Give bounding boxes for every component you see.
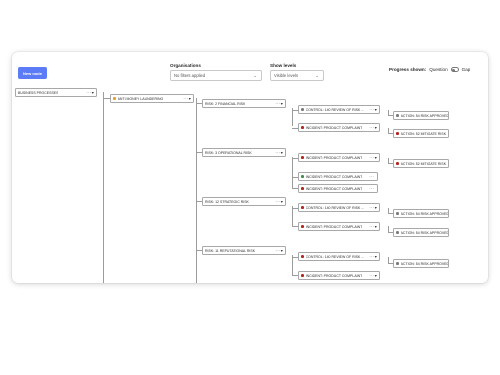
node-label: INCIDENT: PRODUCT COMPLAINT — [305, 155, 363, 160]
connector — [292, 157, 293, 189]
node-business-processes[interactable]: BUSINESS PROCESSES ··· ▼ — [15, 88, 97, 97]
node-label: INCIDENT: PRODUCT COMPLAINT — [305, 224, 363, 229]
status-dot — [396, 132, 399, 135]
show-levels-label: Show levels — [270, 63, 297, 68]
node-label: CONTROL: 140 REVIEW OF RISK ... — [305, 205, 365, 210]
connector — [292, 108, 293, 126]
triangle-down-icon[interactable]: ▼ — [280, 102, 284, 106]
status-dot — [396, 212, 399, 215]
node-label: INCIDENT: PRODUCT COMPLAINT — [305, 186, 363, 191]
triangle-down-icon[interactable]: ▼ — [374, 225, 378, 229]
status-dot — [396, 262, 399, 265]
status-dot — [301, 274, 304, 277]
node-incident[interactable]: INCIDENT: PRODUCT COMPLAINT ··· — [298, 184, 378, 193]
progress-label: Progress shown: — [389, 67, 427, 72]
node-risk-financial[interactable]: RISK: 2 FINANCIAL RISK ··· ▼ — [202, 99, 286, 108]
status-dot — [301, 225, 304, 228]
status-dot — [301, 126, 304, 129]
status-dot — [396, 162, 399, 165]
node-action[interactable]: ACTION: 52 MITIGATE RISK — [393, 129, 449, 138]
triangle-down-icon[interactable]: ▼ — [374, 255, 378, 259]
progress-option-gap[interactable]: Gap — [462, 67, 471, 72]
status-dot — [301, 187, 304, 190]
status-dot — [301, 175, 304, 178]
node-label: ACTION: 54 RISK APPROVED — [400, 261, 448, 266]
connector — [292, 255, 293, 276]
node-label: ACTION: 52 MITIGATE RISK — [400, 131, 447, 136]
node-action[interactable]: ACTION: 54 RISK APPROVED — [393, 228, 449, 237]
triangle-down-icon[interactable]: ▼ — [280, 200, 284, 204]
connector — [196, 98, 197, 283]
triangle-down-icon[interactable]: ▼ — [374, 206, 378, 210]
node-control[interactable]: CONTROL: 140 REVIEW OF RISK ... ··· ▼ — [298, 252, 380, 261]
organisations-select[interactable]: No filters applied ⌄ — [170, 70, 262, 81]
progress-shown-control: Progress shown: Question Gap — [389, 67, 470, 72]
connector — [292, 206, 293, 227]
status-dot — [113, 97, 116, 100]
new-node-button[interactable]: New node — [18, 67, 47, 79]
status-dot — [301, 108, 304, 111]
node-action[interactable]: ACTION: 54 RISK APPROVED — [393, 209, 449, 218]
node-label: RISK: 3 OPERATIONAL RISK — [205, 150, 252, 155]
node-anti-money-laundering[interactable]: ANTI MONEY LAUNDERING ··· ▼ — [110, 94, 194, 103]
triangle-down-icon[interactable]: ▼ — [374, 108, 378, 112]
connector — [103, 98, 110, 99]
status-dot — [301, 156, 304, 159]
chevron-down-icon: ⌄ — [253, 73, 257, 78]
show-levels-select[interactable]: Visible levels ⌄ — [270, 70, 324, 81]
toggle-knob — [452, 68, 456, 72]
node-incident[interactable]: INCIDENT: PRODUCT COMPLAINT ··· ▼ — [298, 123, 380, 132]
node-label: ACTION: 54 RISK APPROVED — [400, 113, 448, 118]
progress-toggle[interactable] — [450, 67, 459, 72]
node-risk-operational[interactable]: RISK: 3 OPERATIONAL RISK ··· ▼ — [202, 148, 286, 157]
triangle-down-icon[interactable]: ▼ — [280, 249, 284, 253]
node-label: BUSINESS PROCESSES — [18, 90, 59, 95]
show-levels-value: Visible levels — [274, 73, 299, 78]
status-dot — [301, 206, 304, 209]
node-label: ACTION: 52 MITIGATE RISK — [400, 161, 447, 166]
node-risk-strategic[interactable]: RISK: 12 STRATEGIC RISK ··· ▼ — [202, 197, 286, 206]
organisations-label: Organisations — [170, 63, 201, 68]
node-action[interactable]: ACTION: 52 MITIGATE RISK — [393, 159, 449, 168]
status-dot — [396, 114, 399, 117]
node-label: RISK: 12 STRATEGIC RISK — [205, 199, 249, 204]
node-incident[interactable]: INCIDENT: PRODUCT COMPLAINT ··· ▼ — [298, 153, 380, 162]
organisations-value: No filters applied — [174, 73, 206, 78]
node-label: CONTROL: 140 REVIEW OF RISK ... — [305, 254, 365, 259]
triangle-down-icon[interactable]: ▼ — [374, 156, 378, 160]
node-label: ACTION: 54 RISK APPROVED — [400, 211, 448, 216]
node-risk-reputational[interactable]: RISK: 11 REPUTATIONAL RISK ··· ▼ — [202, 246, 286, 255]
mind-map-card: New node Organisations No filters applie… — [12, 52, 488, 283]
connector — [103, 92, 104, 283]
node-label: RISK: 2 FINANCIAL RISK — [205, 101, 246, 106]
triangle-down-icon[interactable]: ▼ — [91, 91, 95, 95]
triangle-down-icon[interactable]: ▼ — [374, 274, 378, 278]
status-dot — [301, 255, 304, 258]
node-incident[interactable]: INCIDENT: PRODUCT COMPLAINT ··· ▼ — [298, 271, 380, 280]
node-control[interactable]: CONTROL: 140 REVIEW OF RISK ... ··· ▼ — [298, 105, 380, 114]
node-label: INCIDENT: PRODUCT COMPLAINT — [305, 174, 363, 179]
ellipsis-icon[interactable]: ··· — [369, 174, 374, 179]
triangle-down-icon[interactable]: ▼ — [374, 126, 378, 130]
node-label: RISK: 11 REPUTATIONAL RISK — [205, 248, 256, 253]
node-control[interactable]: CONTROL: 140 REVIEW OF RISK ... ··· ▼ — [298, 203, 380, 212]
ellipsis-icon[interactable]: ··· — [369, 186, 374, 191]
chevron-down-icon: ⌄ — [315, 73, 319, 78]
node-action[interactable]: ACTION: 54 RISK APPROVED — [393, 259, 449, 268]
node-incident[interactable]: INCIDENT: PRODUCT COMPLAINT ··· ▼ — [298, 222, 380, 231]
triangle-down-icon[interactable]: ▼ — [188, 97, 192, 101]
node-label: ACTION: 54 RISK APPROVED — [400, 230, 448, 235]
triangle-down-icon[interactable]: ▼ — [280, 151, 284, 155]
status-dot — [396, 231, 399, 234]
progress-option-question[interactable]: Question — [429, 67, 447, 72]
node-label: CONTROL: 140 REVIEW OF RISK ... — [305, 107, 365, 112]
node-label: ANTI MONEY LAUNDERING — [117, 96, 164, 101]
node-incident[interactable]: INCIDENT: PRODUCT COMPLAINT ··· — [298, 172, 378, 181]
node-label: INCIDENT: PRODUCT COMPLAINT — [305, 273, 363, 278]
node-label: INCIDENT: PRODUCT COMPLAINT — [305, 125, 363, 130]
node-action[interactable]: ACTION: 54 RISK APPROVED — [393, 111, 449, 120]
